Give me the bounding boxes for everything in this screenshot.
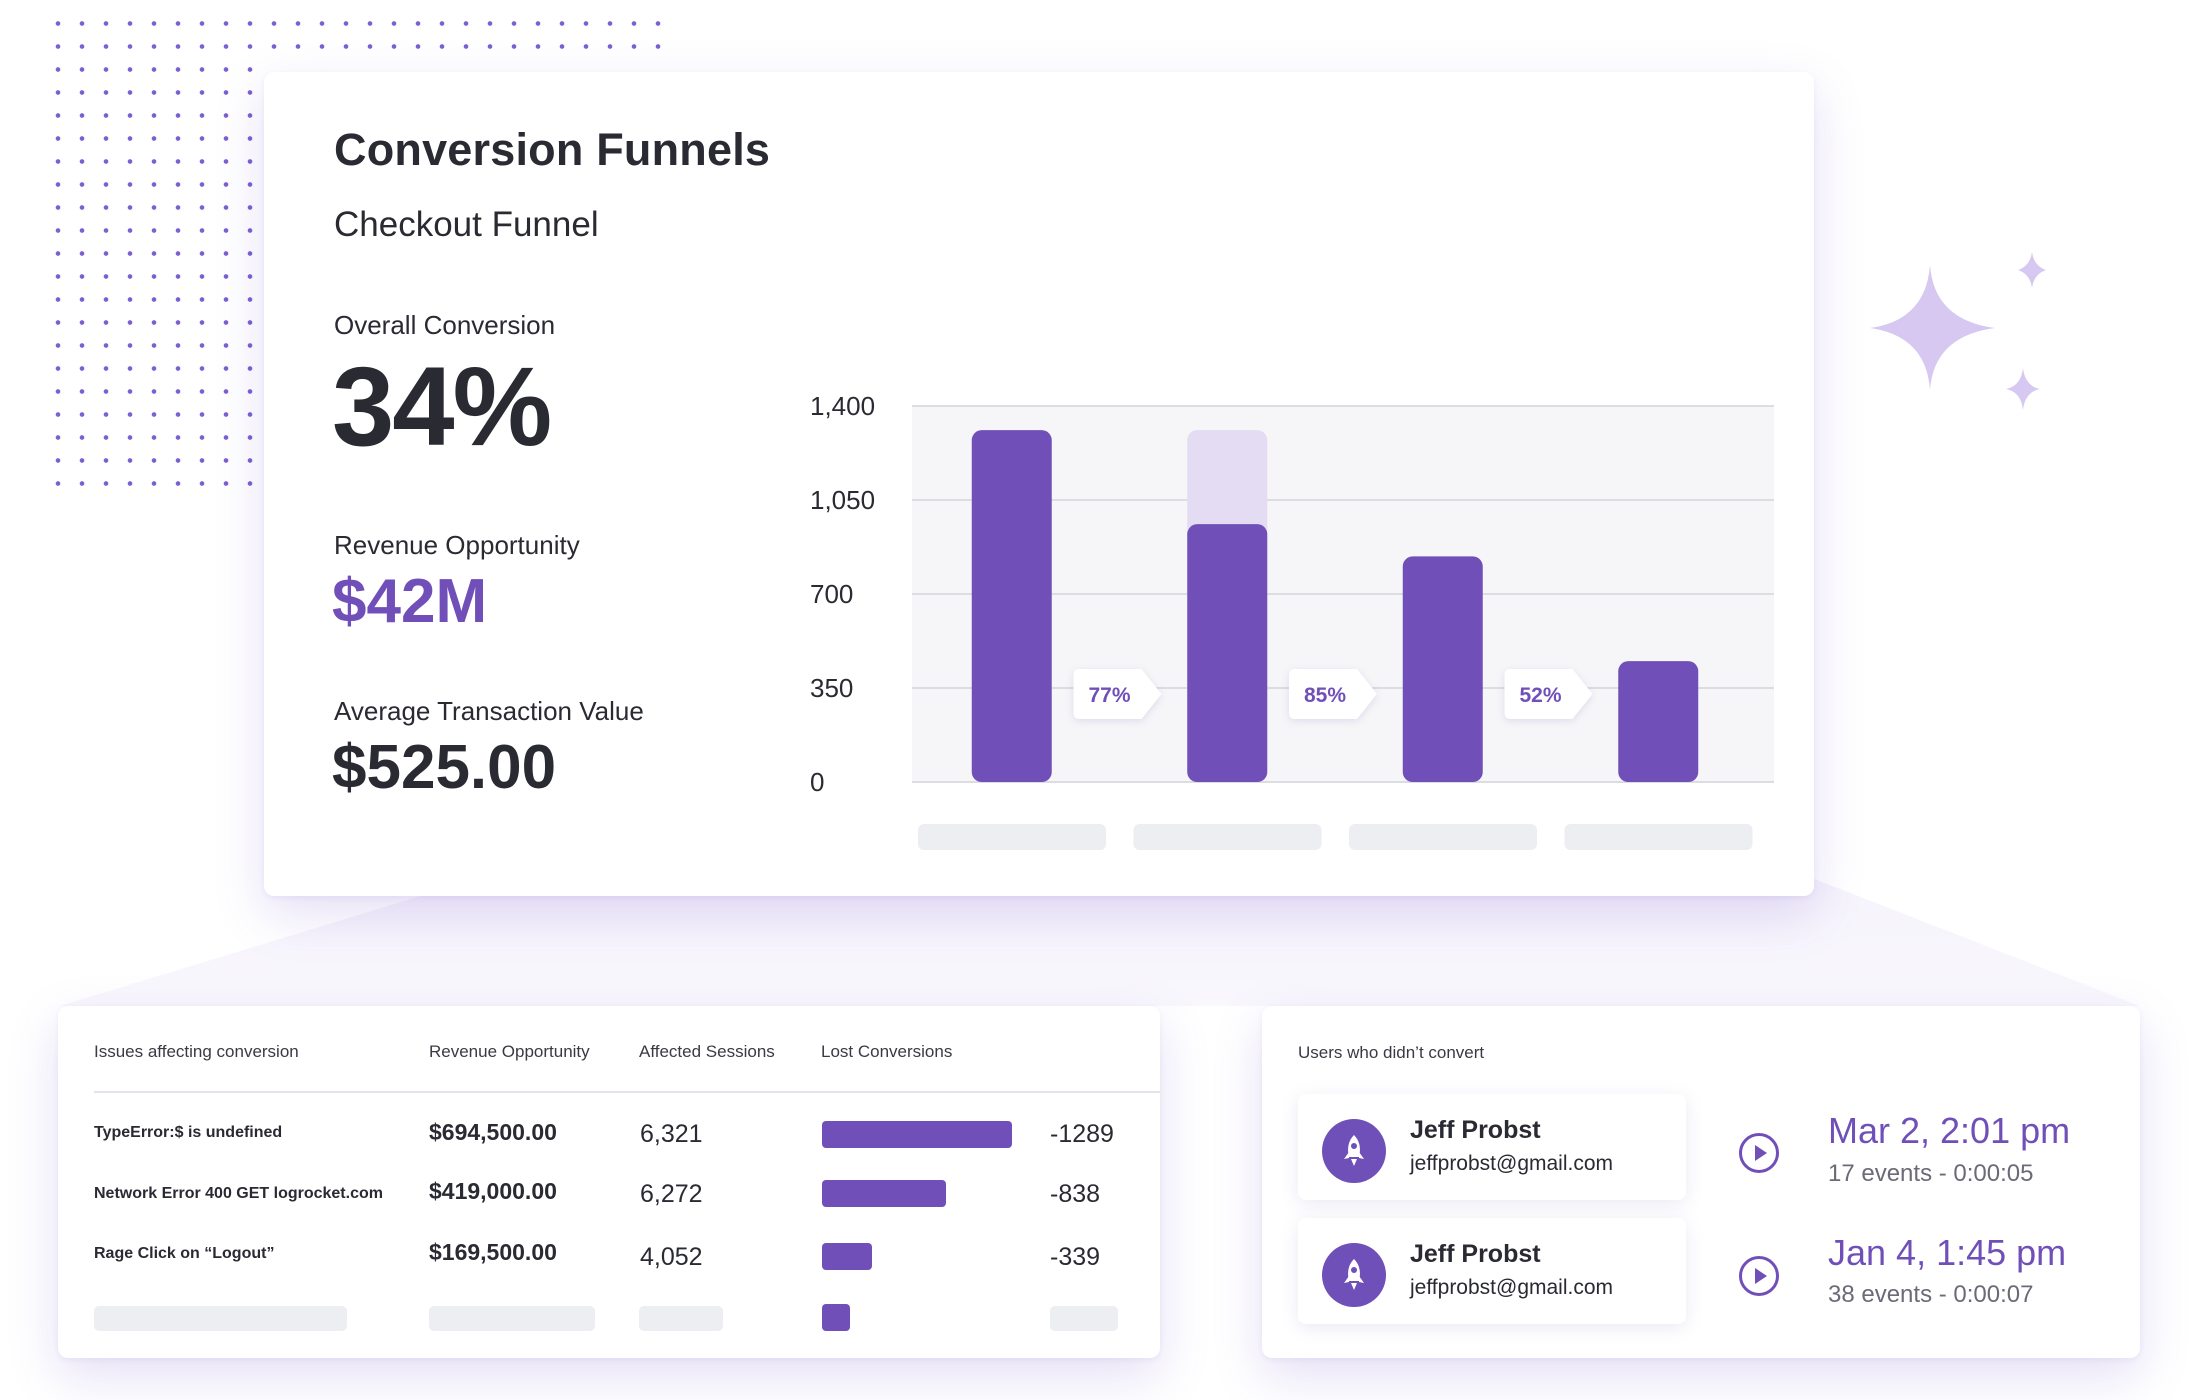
funnel-name: Checkout Funnel <box>334 205 599 244</box>
step-conversion-rate: 77% <box>1088 684 1130 707</box>
revenue-opportunity-value: $42M <box>332 567 488 636</box>
funnel-bar <box>971 430 1052 782</box>
funnel-bar <box>1187 524 1268 782</box>
issue-sessions: 4,052 <box>640 1243 703 1271</box>
table-divider <box>94 1091 1160 1093</box>
placeholder-cell <box>429 1306 595 1331</box>
play-session-icon[interactable] <box>1738 1132 1780 1174</box>
step-conversion-rate: 52% <box>1519 684 1561 707</box>
user-card[interactable]: Jeff Probst jeffprobst@gmail.com <box>1298 1094 1686 1200</box>
avg-transaction-label: Average Transaction Value <box>334 696 644 726</box>
y-tick-label: 700 <box>810 579 853 609</box>
issue-revenue: $419,000.00 <box>429 1178 557 1204</box>
column-header-sessions: Affected Sessions <box>639 1042 775 1061</box>
issue-sessions: 6,321 <box>640 1120 703 1148</box>
placeholder-cell <box>94 1306 347 1331</box>
page-title: Conversion Funnels <box>334 124 771 175</box>
revenue-opportunity-label: Revenue Opportunity <box>334 530 580 560</box>
issues-table-card: Issues affecting conversion Revenue Oppo… <box>58 1006 1160 1358</box>
rocket-icon <box>1344 1259 1364 1290</box>
step-conversion-rate: 85% <box>1304 684 1346 707</box>
lost-conversions-bar <box>822 1180 946 1207</box>
issue-name[interactable]: TypeError:$ is undefined <box>94 1124 282 1142</box>
placeholder-bar <box>822 1304 850 1331</box>
play-session-icon[interactable] <box>1738 1255 1780 1297</box>
session-date[interactable]: Mar 2, 2:01 pm <box>1828 1110 2070 1152</box>
issue-name[interactable]: Rage Click on “Logout” <box>94 1245 274 1263</box>
overall-conversion-value: 34% <box>332 344 552 469</box>
y-tick-label: 0 <box>810 767 824 797</box>
issue-revenue: $694,500.00 <box>429 1119 557 1145</box>
funnel-bar <box>1402 556 1483 782</box>
issue-sessions: 6,272 <box>640 1180 703 1208</box>
conversion-funnels-card: Conversion Funnels Checkout Funnel Overa… <box>264 72 1814 896</box>
y-tick-label: 350 <box>810 673 853 703</box>
y-tick-label: 1,400 <box>810 391 875 421</box>
avatar <box>1322 1243 1386 1307</box>
user-email: jeffprobst@gmail.com <box>1410 1152 1614 1175</box>
avg-transaction-value: $525.00 <box>332 733 557 802</box>
lost-conversions-value: -838 <box>1050 1180 1101 1208</box>
user-name: Jeff Probst <box>1410 1240 1541 1268</box>
lost-conversions-bar <box>822 1243 872 1270</box>
user-card[interactable]: Jeff Probst jeffprobst@gmail.com <box>1298 1218 1686 1324</box>
user-name: Jeff Probst <box>1410 1116 1541 1144</box>
issue-name[interactable]: Network Error 400 GET logrocket.com <box>94 1185 383 1203</box>
x-category-placeholder <box>1133 824 1322 850</box>
avatar <box>1322 1119 1386 1183</box>
x-category-placeholder <box>1349 824 1537 850</box>
lost-conversions-bar <box>822 1121 1012 1148</box>
user-email: jeffprobst@gmail.com <box>1410 1276 1614 1299</box>
overall-conversion-label: Overall Conversion <box>334 310 556 340</box>
funnel-bar <box>1618 661 1699 782</box>
session-date[interactable]: Jan 4, 1:45 pm <box>1828 1232 2066 1274</box>
lost-conversions-value: -339 <box>1050 1243 1101 1271</box>
column-header-issue: Issues affecting conversion <box>94 1042 299 1061</box>
funnel-bar-chart: 1,400 1,050 700 350 0 77% 85% 52% <box>810 391 1774 850</box>
column-header-revenue: Revenue Opportunity <box>429 1042 590 1061</box>
session-events: 17 events - 0:00:05 <box>1828 1160 2034 1187</box>
y-tick-label: 1,050 <box>810 485 875 515</box>
column-header-lost-conversions: Lost Conversions <box>821 1042 953 1061</box>
placeholder-cell <box>1050 1306 1118 1331</box>
placeholder-cell <box>639 1306 723 1331</box>
x-category-placeholder <box>918 824 1106 850</box>
sparkle-icon <box>1870 252 2046 410</box>
users-card-title: Users who didn’t convert <box>1298 1043 1485 1062</box>
users-not-converted-card: Users who didn’t convert Jeff Probst jef… <box>1262 1006 2140 1358</box>
session-events: 38 events - 0:00:07 <box>1828 1281 2034 1308</box>
rocket-icon <box>1344 1135 1364 1166</box>
x-category-placeholder <box>1564 824 1753 850</box>
lost-conversions-value: -1289 <box>1050 1120 1114 1148</box>
issue-revenue: $169,500.00 <box>429 1239 557 1265</box>
